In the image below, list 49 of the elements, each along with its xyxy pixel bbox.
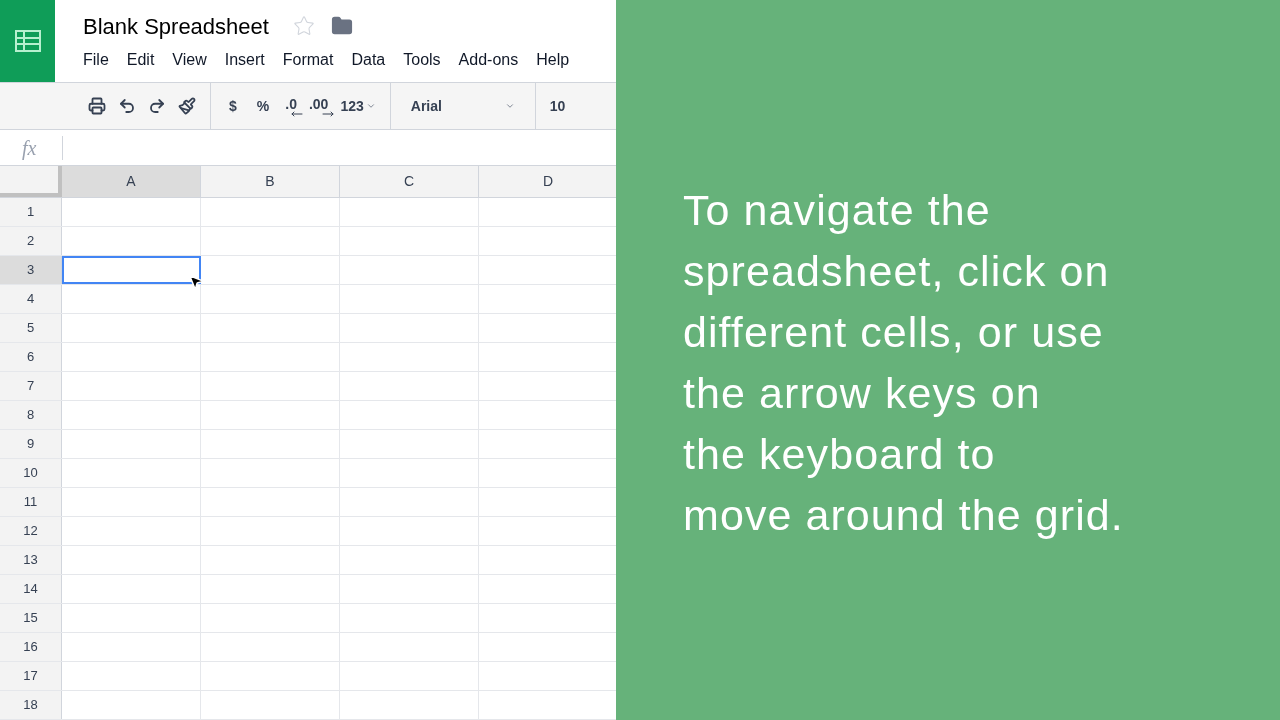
row-header[interactable]: 6: [0, 343, 62, 371]
row-header[interactable]: 12: [0, 517, 62, 545]
selected-cell[interactable]: [62, 256, 201, 284]
column-header[interactable]: A: [62, 166, 201, 197]
decimal-button[interactable]: .0: [279, 92, 303, 120]
paintbrush-icon: [178, 97, 196, 115]
printer-icon: [88, 97, 106, 115]
decimal-button[interactable]: .00: [302, 92, 335, 120]
row-header[interactable]: 17: [0, 662, 62, 690]
menu-item[interactable]: Help: [536, 48, 570, 72]
folder-icon[interactable]: [330, 15, 353, 37]
row-header[interactable]: 4: [0, 285, 62, 313]
table-icon: [14, 30, 41, 52]
row-header[interactable]: 8: [0, 401, 62, 429]
row-header[interactable]: 5: [0, 314, 62, 342]
row-header[interactable]: 13: [0, 546, 62, 574]
font-dropdown[interactable]: Arial: [398, 92, 527, 120]
menu-item[interactable]: Format: [282, 48, 334, 72]
star-icon[interactable]: [292, 15, 315, 37]
menu-item[interactable]: Data: [351, 48, 386, 72]
caption-text: To navigate the spreadsheet, click on different cells, or use the arrow keys on the keyboard to move around the grid.: [683, 185, 1124, 541]
font-size-dropdown[interactable]: 10: [543, 92, 574, 120]
row-header[interactable]: 11: [0, 488, 62, 516]
row-header[interactable]: 1: [0, 198, 62, 226]
row-header[interactable]: 2: [0, 227, 62, 255]
caret-icon: [365, 101, 376, 111]
menu-item[interactable]: Tools: [403, 48, 441, 72]
row-header[interactable]: 10: [0, 459, 62, 487]
menu-item[interactable]: View: [172, 48, 207, 72]
caret-icon: [504, 101, 515, 111]
row-header[interactable]: 3: [0, 256, 62, 284]
document-title[interactable]: Blank Spreadsheet: [83, 9, 269, 43]
menu-item[interactable]: Add-ons: [458, 48, 519, 72]
row-header[interactable]: 9: [0, 430, 62, 458]
sheets-logo[interactable]: [0, 0, 55, 82]
row-header[interactable]: 7: [0, 372, 62, 400]
row-header[interactable]: 15: [0, 604, 62, 632]
menu-item[interactable]: File: [83, 48, 109, 72]
menu-item[interactable]: Insert: [224, 48, 265, 72]
undo-icon: [118, 97, 136, 115]
redo-icon: [148, 97, 166, 115]
row-header[interactable]: 14: [0, 575, 62, 603]
row-header[interactable]: 18: [0, 691, 62, 719]
format-button[interactable]: %: [246, 92, 280, 120]
format-button[interactable]: $: [219, 92, 247, 120]
menu-item[interactable]: Edit: [126, 48, 155, 72]
number-format-dropdown[interactable]: 123: [334, 92, 382, 120]
formula-label: fx: [21, 135, 38, 162]
row-header[interactable]: 16: [0, 633, 62, 661]
